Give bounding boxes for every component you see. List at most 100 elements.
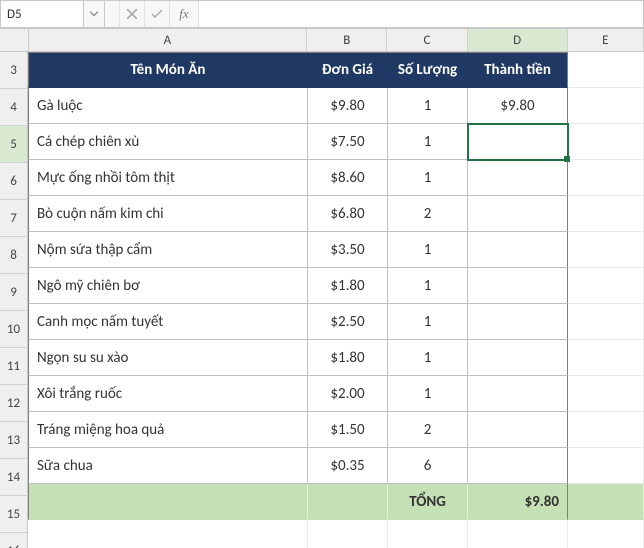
cell-E10[interactable] <box>568 304 644 340</box>
column-header-B[interactable]: B <box>307 29 387 51</box>
cell-D11[interactable] <box>468 340 568 376</box>
column-header-A[interactable]: A <box>29 29 307 51</box>
column-header-C[interactable]: C <box>387 29 467 51</box>
cell-A10[interactable]: Canh mọc nấm tuyết <box>28 304 308 340</box>
cell-D13[interactable] <box>468 412 568 448</box>
cell-A3[interactable]: Tên Món Ăn <box>28 52 308 88</box>
row-header-6[interactable]: 6 <box>0 163 28 200</box>
cell-B13[interactable]: $1.50 <box>308 412 388 448</box>
row-header-13[interactable]: 13 <box>0 422 28 459</box>
row-header-15[interactable]: 15 <box>0 496 28 533</box>
cell-B8[interactable]: $3.50 <box>308 232 388 268</box>
name-box[interactable]: D5 <box>1 1 84 27</box>
cell-C8[interactable]: 1 <box>388 232 468 268</box>
formula-input[interactable] <box>199 1 643 27</box>
cell-A4[interactable]: Gà luộc <box>28 88 308 124</box>
cell-E9[interactable] <box>568 268 644 304</box>
cell-D4[interactable]: $9.80 <box>468 88 568 124</box>
cell-C15[interactable]: TỔNG <box>388 484 468 520</box>
cell-C6[interactable]: 1 <box>388 160 468 196</box>
row-header-3[interactable]: 3 <box>0 52 28 89</box>
cell-C5[interactable]: 1 <box>388 124 468 160</box>
cell-B3[interactable]: Đơn Giá <box>308 52 388 88</box>
cell-E16[interactable] <box>568 520 644 548</box>
cell-A12[interactable]: Xôi trắng ruốc <box>28 376 308 412</box>
cell-C3[interactable]: Số Lượng <box>388 52 468 88</box>
column-header-E[interactable]: E <box>568 29 644 51</box>
cell-C7[interactable]: 2 <box>388 196 468 232</box>
cell-C13[interactable]: 2 <box>388 412 468 448</box>
cell-A9[interactable]: Ngô mỹ chiên bơ <box>28 268 308 304</box>
cell-D16[interactable] <box>468 520 568 548</box>
name-box-dropdown[interactable] <box>84 1 105 27</box>
cell-E3[interactable] <box>568 52 644 88</box>
cell-B15[interactable] <box>308 484 388 520</box>
x-icon <box>126 8 138 20</box>
cell-D8[interactable] <box>468 232 568 268</box>
row-header-4[interactable]: 4 <box>0 89 28 126</box>
cell-A7[interactable]: Bò cuộn nấm kim chi <box>28 196 308 232</box>
cell-B4[interactable]: $9.80 <box>308 88 388 124</box>
cell-B5[interactable]: $7.50 <box>308 124 388 160</box>
grid-row-6: Mực ống nhồi tôm thịt$8.601 <box>28 160 644 196</box>
cancel-formula-button[interactable] <box>120 1 145 27</box>
row-header-12[interactable]: 12 <box>0 385 28 422</box>
cell-D3[interactable]: Thành tiền <box>468 52 568 88</box>
cell-E15[interactable] <box>568 484 644 520</box>
cell-D15[interactable]: $9.80 <box>468 484 568 520</box>
cell-A11[interactable]: Ngọn su su xào <box>28 340 308 376</box>
cell-E12[interactable] <box>568 376 644 412</box>
cell-E13[interactable] <box>568 412 644 448</box>
row-header-16[interactable]: 16 <box>0 533 28 548</box>
row-header-10[interactable]: 10 <box>0 311 28 348</box>
cell-B14[interactable]: $0.35 <box>308 448 388 484</box>
cell-D7[interactable] <box>468 196 568 232</box>
cell-B11[interactable]: $1.80 <box>308 340 388 376</box>
cell-E6[interactable] <box>568 160 644 196</box>
cell-C4[interactable]: 1 <box>388 88 468 124</box>
cell-E4[interactable] <box>568 88 644 124</box>
cell-C16[interactable] <box>388 520 468 548</box>
row-header-5[interactable]: 5 <box>0 126 28 163</box>
cell-C12[interactable]: 1 <box>388 376 468 412</box>
cell-D14[interactable] <box>468 448 568 484</box>
cell-A16[interactable] <box>28 520 308 548</box>
cell-A5[interactable]: Cá chép chiên xù <box>28 124 308 160</box>
cell-E7[interactable] <box>568 196 644 232</box>
cell-B12[interactable]: $2.00 <box>308 376 388 412</box>
cell-E5[interactable] <box>568 124 644 160</box>
cell-E8[interactable] <box>568 232 644 268</box>
cell-D5[interactable] <box>468 124 568 160</box>
insert-function-button[interactable]: fx <box>170 1 199 27</box>
cell-B16[interactable] <box>308 520 388 548</box>
cell-C10[interactable]: 1 <box>388 304 468 340</box>
cell-A6[interactable]: Mực ống nhồi tôm thịt <box>28 160 308 196</box>
cell-C14[interactable]: 6 <box>388 448 468 484</box>
cell-D9[interactable] <box>468 268 568 304</box>
cell-B9[interactable]: $1.80 <box>308 268 388 304</box>
row-header-9[interactable]: 9 <box>0 274 28 311</box>
row-header-7[interactable]: 7 <box>0 200 28 237</box>
cell-D12[interactable] <box>468 376 568 412</box>
cell-B10[interactable]: $2.50 <box>308 304 388 340</box>
row-header-8[interactable]: 8 <box>0 237 28 274</box>
column-header-D[interactable]: D <box>468 29 568 51</box>
cell-A14[interactable]: Sữa chua <box>28 448 308 484</box>
select-all-corner[interactable] <box>0 29 29 51</box>
cell-D10[interactable] <box>468 304 568 340</box>
cell-B6[interactable]: $8.60 <box>308 160 388 196</box>
cell-E11[interactable] <box>568 340 644 376</box>
grid-row-14: Sữa chua$0.356 <box>28 448 644 484</box>
cell-A8[interactable]: Nộm sứa thập cẩm <box>28 232 308 268</box>
row-header-14[interactable]: 14 <box>0 459 28 496</box>
row-header-11[interactable]: 11 <box>0 348 28 385</box>
cell-C9[interactable]: 1 <box>388 268 468 304</box>
cell-E14[interactable] <box>568 448 644 484</box>
cell-D6[interactable] <box>468 160 568 196</box>
cell-B7[interactable]: $6.80 <box>308 196 388 232</box>
cell-A15[interactable] <box>28 484 308 520</box>
cell-A13[interactable]: Tráng miệng hoa quả <box>28 412 308 448</box>
enter-formula-button[interactable] <box>145 1 170 27</box>
cell-C11[interactable]: 1 <box>388 340 468 376</box>
grid-row-10: Canh mọc nấm tuyết$2.501 <box>28 304 644 340</box>
